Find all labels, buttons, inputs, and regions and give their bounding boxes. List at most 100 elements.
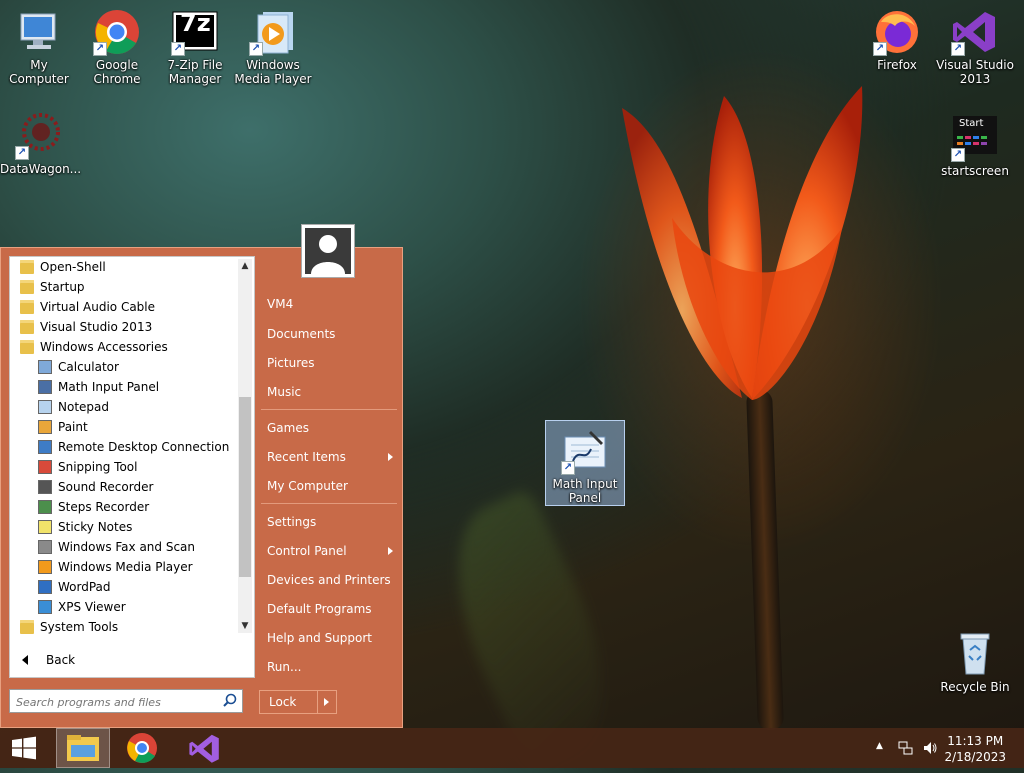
search-box[interactable] — [9, 689, 243, 713]
program-folder[interactable]: System Tools — [10, 617, 238, 637]
chrome-icon: ↗ — [93, 8, 141, 56]
scroll-up-icon[interactable]: ▲ — [238, 259, 252, 273]
places-separator — [261, 409, 397, 410]
programs-panel: Open-Shell Startup Virtual Audio Cable Visu… — [9, 256, 255, 678]
recent-items-label: Recent Items — [267, 450, 346, 464]
desktop-icon-math-input-panel[interactable]: ↗ Math Input Panel — [545, 420, 625, 506]
programs-scrollbar[interactable]: ▲ ▼ — [238, 259, 252, 633]
desktop-icon-label: Firefox — [877, 58, 917, 72]
program-label: Windows Accessories — [40, 340, 168, 354]
places-item-my-computer[interactable]: My Computer — [267, 477, 348, 495]
shortcut-arrow-icon: ↗ — [249, 42, 263, 56]
shortcut-arrow-icon: ↗ — [15, 146, 29, 160]
program-label: Notepad — [58, 400, 109, 414]
program-item[interactable]: Windows Media Player — [10, 557, 238, 577]
fax-icon — [38, 540, 52, 554]
program-item[interactable]: Snipping Tool — [10, 457, 238, 477]
shortcut-arrow-icon: ↗ — [171, 42, 185, 56]
program-folder[interactable]: Virtual Audio Cable — [10, 297, 238, 317]
program-item[interactable]: Math Input Panel — [10, 377, 238, 397]
places-item-games[interactable]: Games — [267, 419, 309, 437]
program-folder[interactable]: Windows Accessories — [10, 337, 238, 357]
program-item[interactable]: Calculator — [10, 357, 238, 377]
places-item-documents[interactable]: Documents — [267, 325, 335, 343]
media-player-icon: ↗ — [249, 8, 297, 56]
program-folder[interactable]: Startup — [10, 277, 238, 297]
places-item-pictures[interactable]: Pictures — [267, 354, 315, 372]
program-item[interactable]: Sticky Notes — [10, 517, 238, 537]
desktop-icon-recycle-bin[interactable]: Recycle Bin — [936, 630, 1014, 694]
program-label: WordPad — [58, 580, 111, 594]
places-item-default-programs[interactable]: Default Programs — [267, 600, 372, 618]
network-icon[interactable] — [898, 740, 914, 756]
back-arrow-icon — [22, 655, 28, 665]
xps-viewer-icon — [38, 600, 52, 614]
volume-icon[interactable] — [922, 740, 938, 756]
taskbar-clock[interactable]: 11:13 PM 2/18/2023 — [944, 733, 1006, 765]
back-button[interactable]: Back — [10, 649, 238, 671]
taskbar-file-explorer[interactable] — [56, 728, 110, 768]
file-explorer-icon — [67, 735, 99, 761]
program-label: Snipping Tool — [58, 460, 138, 474]
clock-date: 2/18/2023 — [944, 750, 1006, 764]
desktop-icon-label: 7-Zip File Manager — [167, 58, 223, 86]
program-label: System Tools — [40, 620, 119, 634]
program-item[interactable]: Steps Recorder — [10, 497, 238, 517]
desktop-icon-datawagon[interactable]: ↗ DataWagon... — [0, 112, 81, 176]
search-icon[interactable] — [222, 693, 238, 709]
computer-icon — [15, 8, 63, 56]
shortcut-arrow-icon: ↗ — [93, 42, 107, 56]
folder-icon — [20, 300, 34, 314]
datawagon-icon: ↗ — [15, 112, 63, 160]
program-item[interactable]: Notepad — [10, 397, 238, 417]
desktop-icon-my-computer[interactable]: My Computer — [0, 8, 78, 86]
places-separator — [261, 503, 397, 504]
places-item-devices-and-printers[interactable]: Devices and Printers — [267, 571, 391, 589]
7zip-icon: 7z ↗ — [171, 8, 219, 56]
desktop-icon-visual-studio[interactable]: ↗ Visual Studio 2013 — [936, 8, 1014, 86]
places-item-recent-items[interactable]: Recent Items — [267, 448, 403, 466]
math-input-icon — [38, 380, 52, 394]
lock-options-arrow-icon[interactable] — [324, 698, 329, 706]
places-item-vm4[interactable]: VM4 — [267, 295, 293, 313]
desktop-icon-label: startscreen — [941, 164, 1009, 178]
recycle-bin-icon — [951, 630, 999, 678]
lock-button[interactable]: Lock — [259, 690, 337, 714]
program-label: Windows Fax and Scan — [58, 540, 196, 554]
desktop-icon-google-chrome[interactable]: ↗ Google Chrome — [78, 8, 156, 86]
shortcut-arrow-icon: ↗ — [873, 42, 887, 56]
program-item[interactable]: XPS Viewer — [10, 597, 238, 617]
program-item[interactable]: Windows Fax and Scan — [10, 537, 238, 557]
program-item[interactable]: Sound Recorder — [10, 477, 238, 497]
program-label: Visual Studio 2013 — [40, 320, 153, 334]
desktop-icon-startscreen[interactable]: Start ↗ startscreen — [936, 114, 1014, 178]
program-item[interactable]: Remote Desktop Connection — [10, 437, 238, 457]
desktop-icon-firefox[interactable]: ↗ Firefox — [858, 8, 936, 72]
program-label: Paint — [58, 420, 88, 434]
show-hidden-icons-icon[interactable]: ▲ — [876, 741, 883, 751]
program-item[interactable]: WordPad — [10, 577, 238, 597]
program-item[interactable]: Paint — [10, 417, 238, 437]
desktop-icon-7zip[interactable]: 7z ↗ 7-Zip File Manager — [156, 8, 234, 86]
desktop-icon-windows-media-player[interactable]: ↗ Windows Media Player — [234, 8, 312, 86]
places-item-control-panel[interactable]: Control Panel — [267, 542, 403, 560]
places-item-run[interactable]: Run... — [267, 658, 301, 676]
search-input[interactable] — [14, 691, 218, 713]
scroll-down-icon[interactable]: ▼ — [238, 619, 252, 633]
places-item-help-and-support[interactable]: Help and Support — [267, 629, 372, 647]
startscreen-icon: Start ↗ — [951, 114, 999, 162]
program-folder[interactable]: Open-Shell — [10, 257, 238, 277]
places-item-settings[interactable]: Settings — [267, 513, 316, 531]
program-folder[interactable]: Visual Studio 2013 — [10, 317, 238, 337]
scroll-thumb[interactable] — [239, 397, 251, 577]
remote-desktop-icon — [38, 440, 52, 454]
places-item-music[interactable]: Music — [267, 383, 301, 401]
taskbar-chrome[interactable] — [118, 728, 166, 768]
start-button[interactable] — [0, 728, 48, 768]
user-avatar[interactable] — [301, 224, 355, 278]
taskbar-visual-studio[interactable] — [180, 728, 228, 768]
folder-icon — [20, 280, 34, 294]
program-label: Calculator — [58, 360, 119, 374]
startscreen-thumb-text: Start — [959, 118, 984, 129]
calculator-icon — [38, 360, 52, 374]
